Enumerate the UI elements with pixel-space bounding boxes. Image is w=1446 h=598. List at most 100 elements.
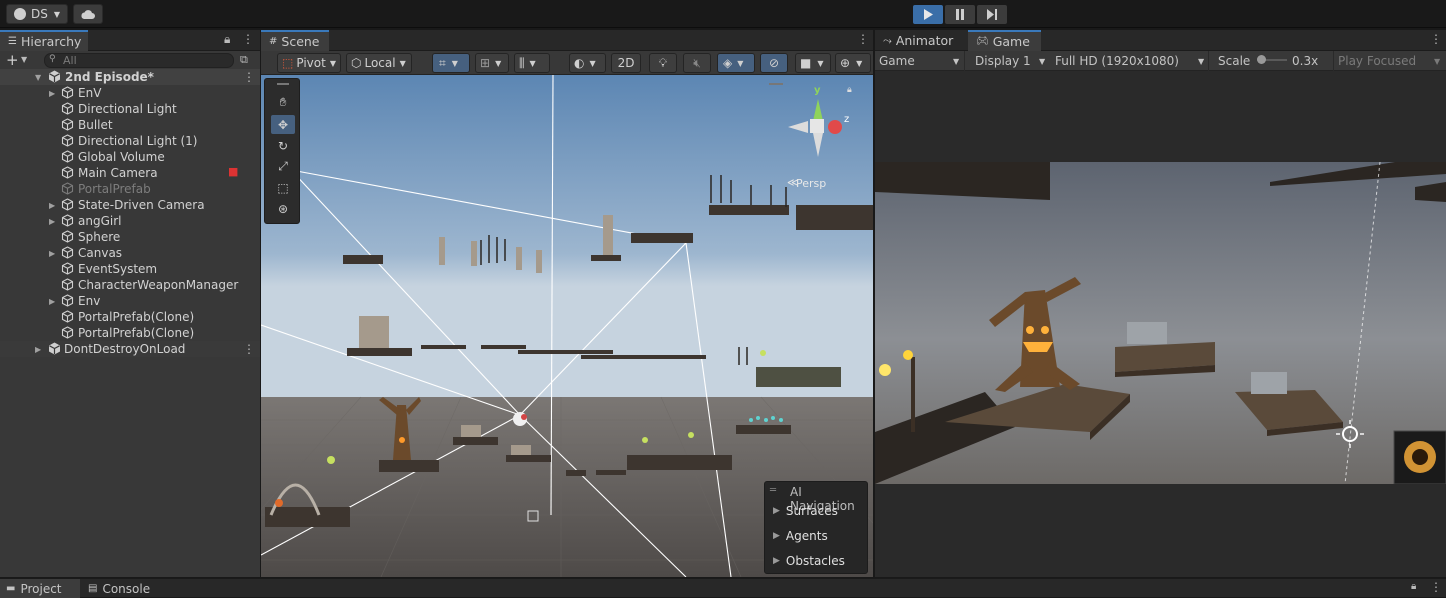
- hierarchy-search-input[interactable]: ⚲ All: [44, 53, 234, 68]
- account-button[interactable]: DS ▼: [6, 4, 68, 24]
- play-button[interactable]: [913, 5, 943, 24]
- persp-label[interactable]: Persp: [796, 177, 826, 190]
- hierarchy-item[interactable]: ▶ Env: [0, 293, 260, 309]
- hand-tool-button[interactable]: ✋︎: [271, 93, 295, 112]
- game-viewport[interactable]: [875, 162, 1446, 484]
- rotate-tool-button[interactable]: ↻: [271, 136, 295, 155]
- hierarchy-item-label: Directional Light (1): [78, 134, 198, 148]
- hierarchy-item-label: EnV: [78, 86, 102, 100]
- hierarchy-item-label: PortalPrefab: [78, 182, 151, 196]
- grid-snap-icon: ⌗: [439, 55, 446, 70]
- local-dropdown[interactable]: ⬡ Local ▼: [346, 53, 412, 73]
- game-mode-dropdown[interactable]: Game ▼: [875, 51, 965, 71]
- more-options-icon[interactable]: ⋮: [1430, 32, 1442, 46]
- overlay-handle-icon[interactable]: ═: [770, 485, 776, 496]
- hierarchy-item[interactable]: PortalPrefab(Clone): [0, 325, 260, 341]
- ai-nav-item-agents[interactable]: ▶ Agents: [773, 527, 828, 545]
- tab-game[interactable]: 🎮︎ Game: [968, 30, 1041, 51]
- expand-arrow-icon[interactable]: ▶: [49, 217, 55, 226]
- eye-slash-icon: ⊘: [768, 56, 780, 70]
- ai-nav-item-obstacles[interactable]: ▶ Obstacles: [773, 552, 845, 570]
- resolution-dropdown[interactable]: Full HD (1920x1080) ▼: [1051, 51, 1209, 71]
- tab-animator[interactable]: ⤳ Animator: [875, 30, 965, 51]
- increment-snap-toggle[interactable]: ⊞ ▼: [475, 53, 509, 73]
- cloud-button[interactable]: [73, 4, 103, 24]
- scene-viewport[interactable]: ✋︎ ✥ ↻ ⤢ ⬚ ⊛ 🔒︎ y z Persp ≪ ═ AI Navigat…: [261, 75, 873, 577]
- hierarchy-item[interactable]: ▶ EnV: [0, 85, 260, 101]
- scale-tool-button[interactable]: ⤢: [271, 157, 295, 176]
- hierarchy-item[interactable]: Global Volume: [0, 149, 260, 165]
- hierarchy-item-label: angGirl: [78, 214, 122, 228]
- more-options-icon[interactable]: ⋮: [242, 32, 254, 46]
- lock-icon[interactable]: 🔒︎: [847, 85, 852, 95]
- hierarchy-item[interactable]: ▶ Canvas: [0, 245, 260, 261]
- local-icon: ⬡: [351, 56, 362, 70]
- hierarchy-item[interactable]: Main Camera ■: [0, 165, 260, 181]
- orientation-gizmo[interactable]: 🔒︎ y z Persp ≪: [761, 83, 861, 193]
- hierarchy-item[interactable]: PortalPrefab(Clone): [0, 309, 260, 325]
- snap-settings-toggle[interactable]: ⫼ ▼: [514, 53, 550, 73]
- chevron-down-icon: ▼: [856, 58, 863, 68]
- gameobject-cube-icon: [61, 278, 74, 291]
- more-options-icon[interactable]: ⋮: [857, 32, 869, 46]
- expand-arrow-icon[interactable]: ▶: [49, 89, 55, 98]
- scene-row[interactable]: ▼ 2nd Episode* ⋮: [0, 69, 260, 85]
- tab-scene[interactable]: # Scene: [261, 30, 329, 51]
- search-by-type-icon[interactable]: ⧉: [240, 53, 248, 67]
- tab-hierarchy[interactable]: ☰ Hierarchy: [0, 30, 88, 51]
- chevron-down-icon: ▼: [1434, 56, 1441, 66]
- move-tool-button[interactable]: ✥: [271, 115, 295, 134]
- dont-destroy-row[interactable]: ▶ DontDestroyOnLoad ⋮: [0, 341, 260, 357]
- lock-icon[interactable]: 🔒︎: [1411, 581, 1416, 592]
- palette-handle[interactable]: [277, 83, 289, 85]
- rect-tool-button[interactable]: ⬚: [271, 178, 295, 197]
- hierarchy-item[interactable]: Directional Light: [0, 101, 260, 117]
- hierarchy-item-label: Global Volume: [78, 150, 165, 164]
- more-options-icon[interactable]: ⋮: [243, 342, 255, 356]
- display-dropdown[interactable]: Display 1 ▼: [971, 51, 1049, 71]
- hierarchy-item[interactable]: CharacterWeaponManager: [0, 277, 260, 293]
- expand-arrow-icon[interactable]: ▼: [35, 73, 41, 82]
- hierarchy-item[interactable]: Bullet: [0, 117, 260, 133]
- scale-slider[interactable]: [1257, 55, 1287, 64]
- expand-arrow-icon[interactable]: ▶: [49, 297, 55, 306]
- more-options-icon[interactable]: ⋮: [1430, 580, 1442, 594]
- step-button[interactable]: [977, 5, 1007, 24]
- pause-button[interactable]: [945, 5, 975, 24]
- lock-icon[interactable]: 🔒︎: [224, 32, 230, 47]
- resolution-label: Full HD (1920x1080): [1055, 54, 1179, 68]
- expand-arrow-icon[interactable]: ▶: [35, 345, 41, 354]
- effects-dropdown[interactable]: ◈ ▼: [717, 53, 755, 73]
- pivot-dropdown[interactable]: ⬚ Pivot ▼: [277, 53, 341, 73]
- visibility-toggle[interactable]: ⊘: [760, 53, 788, 73]
- hierarchy-item[interactable]: Sphere: [0, 229, 260, 245]
- hierarchy-item[interactable]: EventSystem: [0, 261, 260, 277]
- scene-name: 2nd Episode*: [65, 70, 154, 84]
- hierarchy-item[interactable]: ▶ State-Driven Camera: [0, 197, 260, 213]
- audio-toggle[interactable]: 🔇︎: [683, 53, 711, 73]
- expand-arrow-icon[interactable]: ▶: [49, 249, 55, 258]
- play-focused-label: Play Focused: [1338, 54, 1417, 68]
- hierarchy-item[interactable]: PortalPrefab: [0, 181, 260, 197]
- scale-slider-thumb[interactable]: [1257, 55, 1266, 64]
- hierarchy-item[interactable]: Directional Light (1): [0, 133, 260, 149]
- gizmos-dropdown[interactable]: ⊕ ▼: [835, 53, 871, 73]
- shading-mode-dropdown[interactable]: ◐ ▼: [569, 53, 606, 73]
- mode-2d-toggle[interactable]: 2D: [611, 53, 641, 73]
- gizmo-handle[interactable]: [769, 83, 783, 85]
- lighting-toggle[interactable]: 💡︎: [649, 53, 677, 73]
- more-options-icon[interactable]: ⋮: [243, 70, 255, 84]
- tab-console[interactable]: ▤ Console: [82, 579, 162, 598]
- camera-gizmo-icon[interactable]: ■: [228, 165, 238, 178]
- gameobject-cube-icon: [61, 262, 74, 275]
- ai-nav-item-surfaces[interactable]: ▶ Surfaces: [773, 502, 838, 520]
- camera-dropdown[interactable]: ■ ▼: [795, 53, 831, 73]
- hierarchy-item[interactable]: ▶ angGirl: [0, 213, 260, 229]
- transform-tool-button[interactable]: ⊛: [271, 199, 295, 218]
- play-focused-dropdown[interactable]: Play Focused ▼: [1333, 51, 1441, 71]
- expand-arrow-icon[interactable]: ▶: [49, 201, 55, 210]
- grid-snap-toggle[interactable]: ⌗ ▼: [432, 53, 470, 73]
- tab-project[interactable]: ▬ Project: [0, 579, 80, 598]
- chevron-down-icon[interactable]: ▼: [21, 55, 27, 64]
- add-icon[interactable]: +: [6, 51, 19, 69]
